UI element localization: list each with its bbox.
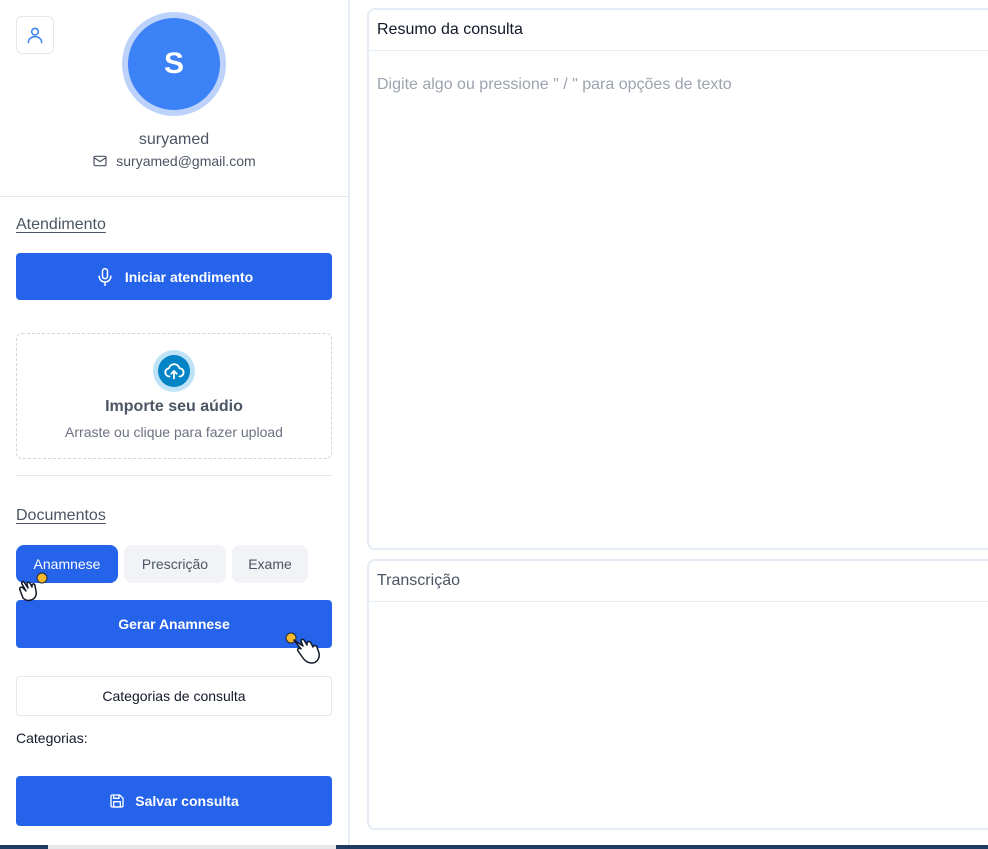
consultation-summary-panel: Resumo da consulta Digite algo ou pressi… [367, 8, 988, 550]
consultation-categories-button[interactable]: Categorias de consulta [16, 676, 332, 716]
profile-divider [0, 196, 348, 197]
user-email: suryamed@gmail.com [116, 153, 256, 169]
mail-icon [93, 155, 107, 167]
transcription-panel: Transcrição [367, 559, 988, 830]
hand-pointer-icon [285, 632, 320, 664]
tab-prescricao[interactable]: Prescrição [124, 545, 226, 583]
user-email-row: suryamed@gmail.com [0, 153, 348, 169]
taskbar-strip-gap [48, 845, 336, 849]
hand-pointer-icon [19, 572, 48, 602]
start-consultation-button[interactable]: Iniciar atendimento [16, 253, 332, 300]
sidebar-border [348, 0, 350, 849]
floppy-disk-icon [110, 794, 124, 808]
save-consultation-label: Salvar consulta [135, 793, 239, 809]
microphone-icon [98, 267, 112, 286]
user-name: suryamed [138, 131, 210, 148]
start-consultation-label: Iniciar atendimento [124, 268, 254, 285]
upload-icon-container [153, 350, 195, 392]
sidebar: S suryamed suryamed@gmail.com Atendiment… [0, 0, 348, 849]
user-profile-button[interactable] [16, 16, 54, 54]
user-icon [27, 27, 43, 44]
audio-upload-dropzone[interactable]: Importe seu aúdio Arraste ou clique para… [16, 333, 332, 459]
upload-title: Importe seu aúdio [105, 398, 243, 415]
upload-divider [16, 475, 332, 476]
consultation-summary-title: Resumo da consulta [369, 10, 988, 51]
transcription-title: Transcrição [369, 561, 988, 602]
consultation-summary-editor[interactable]: Digite algo ou pressione " / " para opçõ… [377, 76, 732, 94]
avatar: S [122, 12, 226, 116]
transcription-content[interactable] [369, 603, 988, 828]
save-consultation-button[interactable]: Salvar consulta [16, 776, 332, 826]
cloud-upload-icon [164, 363, 185, 380]
upload-subtitle: Arraste ou clique para fazer upload [65, 424, 283, 440]
atendimento-title: Atendimento [16, 216, 106, 233]
categories-label: Categorias: [16, 730, 88, 746]
documentos-title: Documentos [16, 507, 106, 524]
tab-exame[interactable]: Exame [232, 545, 308, 583]
generate-anamnese-label: Gerar Anamnese [118, 616, 230, 632]
avatar-initial: S [128, 18, 220, 110]
